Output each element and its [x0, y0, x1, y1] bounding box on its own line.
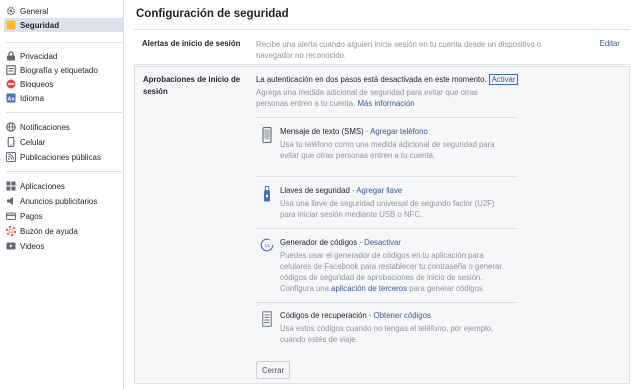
globe-icon — [6, 122, 16, 132]
recovery-codes-icon — [260, 311, 274, 329]
sidebar-item-payments[interactable]: Pagos — [6, 209, 122, 223]
sidebar-item-notifications[interactable]: Notificaciones — [6, 120, 122, 134]
title-divider — [134, 29, 630, 30]
login-approvals-panel: Aprobaciones de inicio de sesión La aute… — [134, 66, 630, 384]
method-recovery-codes: Códigos de recuperación · Obtener código… — [256, 311, 516, 347]
sidebar-item-privacy[interactable]: Privacidad — [6, 49, 122, 63]
login-alerts-description: Recibe una alerta cuando alguien inicie … — [256, 40, 542, 60]
sidebar-item-label: Buzón de ayuda — [20, 226, 78, 236]
method-sms: Mensaje de texto (SMS) · Agregar teléfon… — [256, 127, 516, 163]
add-key-link[interactable]: Agregar llave — [356, 186, 402, 195]
sidebar-item-label: Aplicaciones — [20, 181, 65, 191]
apps-icon — [6, 181, 16, 191]
sidebar-item-security[interactable]: Seguridad — [4, 18, 124, 32]
sidebar-item-ads[interactable]: Anuncios publicitarios — [6, 194, 122, 208]
login-approvals-label: Aprobaciones de inicio de sesión — [143, 75, 241, 96]
method-generator-title-line: Generador de códigos · Desactivar — [280, 238, 401, 247]
sidebar-item-label: Privacidad — [20, 51, 58, 61]
code-generator-icon: 15 — [260, 238, 274, 256]
ads-icon — [6, 196, 16, 206]
sidebar-item-label: Pagos — [20, 211, 43, 221]
two-factor-description: Agrega una medida adicional de seguridad… — [256, 87, 486, 109]
method-title: Códigos de recuperación — [280, 311, 367, 320]
sidebar-item-videos[interactable]: Videos — [6, 239, 122, 253]
sidebar-divider — [6, 171, 122, 172]
add-phone-link[interactable]: Agregar teléfono — [370, 127, 428, 136]
method-security-keys: Llaves de seguridad · Agregar llave Usa … — [256, 186, 516, 222]
sidebar-item-label: Publicaciones públicas — [20, 152, 101, 162]
more-info-link[interactable]: Más información — [357, 99, 414, 108]
method-title: Mensaje de texto (SMS) — [280, 127, 364, 136]
get-codes-link[interactable]: Obtener códigos — [374, 311, 431, 320]
gear-icon — [6, 6, 16, 16]
sidebar-item-label: Seguridad — [20, 20, 60, 30]
phone-icon — [260, 127, 274, 145]
method-recovery-title-line: Códigos de recuperación · Obtener código… — [280, 311, 431, 320]
method-description: Puedes usar el generador de códigos en t… — [280, 250, 512, 294]
login-alerts-label: Alertas de inicio de sesión — [142, 39, 241, 48]
sidebar-item-label: General — [20, 6, 49, 16]
sidebar-item-public-posts[interactable]: Publicaciones públicas — [6, 150, 122, 164]
sidebar-item-label: Celular — [20, 137, 46, 147]
help-icon — [6, 226, 16, 236]
sidebar-item-mobile[interactable]: Celular — [6, 135, 122, 149]
deactivate-generator-link[interactable]: Desactivar — [364, 238, 401, 247]
sidebar-item-label: Anuncios publicitarios — [20, 196, 98, 206]
sidebar-item-label: Videos — [20, 241, 45, 251]
sidebar-item-label: Idioma — [20, 93, 45, 103]
page-title: Configuración de seguridad — [136, 8, 289, 20]
settings-sidebar: General Seguridad Privacidad Biografía y… — [0, 0, 124, 389]
sidebar-item-label: Notificaciones — [20, 122, 70, 132]
method-title: Generador de códigos — [280, 238, 358, 247]
method-divider — [256, 302, 518, 303]
method-keys-title-line: Llaves de seguridad · Agregar llave — [280, 186, 402, 195]
sidebar-item-support-inbox[interactable]: Buzón de ayuda — [6, 224, 122, 238]
sidebar-item-apps[interactable]: Aplicaciones — [6, 179, 122, 193]
svg-text:15: 15 — [264, 243, 270, 249]
usb-key-icon — [260, 186, 274, 204]
rss-icon — [6, 152, 16, 162]
method-description: Usa una llave de seguridad universal de … — [280, 199, 495, 219]
method-description: Usa tu teléfono como una medida adiciona… — [280, 140, 495, 160]
lock-icon — [6, 51, 16, 61]
method-sms-title-line: Mensaje de texto (SMS) · Agregar teléfon… — [280, 127, 428, 136]
block-icon — [6, 79, 16, 89]
method-divider — [256, 228, 518, 229]
sidebar-item-general[interactable]: General — [6, 4, 122, 18]
video-icon — [6, 241, 16, 251]
method-divider — [256, 117, 518, 118]
sidebar-item-label: Bloqueos — [20, 79, 54, 89]
method-code-generator: 15 Generador de códigos · Desactivar Pue… — [256, 238, 516, 296]
language-icon: Aa — [6, 93, 16, 103]
method-description: Usa estos códigos cuando no tengas el te… — [280, 324, 494, 344]
card-icon — [6, 211, 16, 221]
method-divider — [256, 176, 518, 177]
svg-text:Aa: Aa — [7, 96, 15, 102]
method-separator: · — [366, 311, 374, 320]
sidebar-item-label: Biografía y etiquetado — [20, 65, 98, 75]
timeline-icon — [6, 65, 16, 75]
third-party-app-link[interactable]: aplicación de terceros — [331, 284, 407, 293]
sidebar-item-blocking[interactable]: Bloqueos — [6, 77, 122, 91]
sidebar-divider — [6, 112, 122, 113]
sidebar-divider — [6, 42, 122, 43]
sidebar-item-timeline[interactable]: Biografía y etiquetado — [6, 63, 122, 77]
sidebar-item-language[interactable]: Aa Idioma — [6, 91, 122, 105]
login-alerts-edit-link[interactable]: Editar — [600, 39, 620, 48]
two-factor-status: La autenticación en dos pasos está desac… — [256, 74, 519, 85]
activate-button[interactable]: Activar — [488, 74, 519, 85]
login-alerts-row[interactable]: Alertas de inicio de sesión Recibe una a… — [134, 31, 630, 65]
mobile-icon — [6, 137, 16, 147]
method-title: Llaves de seguridad — [280, 186, 350, 195]
close-button[interactable]: Cerrar — [256, 361, 291, 379]
two-factor-status-text: La autenticación en dos pasos está desac… — [256, 75, 487, 84]
main-content: Configuración de seguridad Alertas de in… — [124, 0, 640, 389]
shield-icon — [6, 20, 16, 30]
generator-description-end: para generar códigos — [407, 284, 483, 293]
